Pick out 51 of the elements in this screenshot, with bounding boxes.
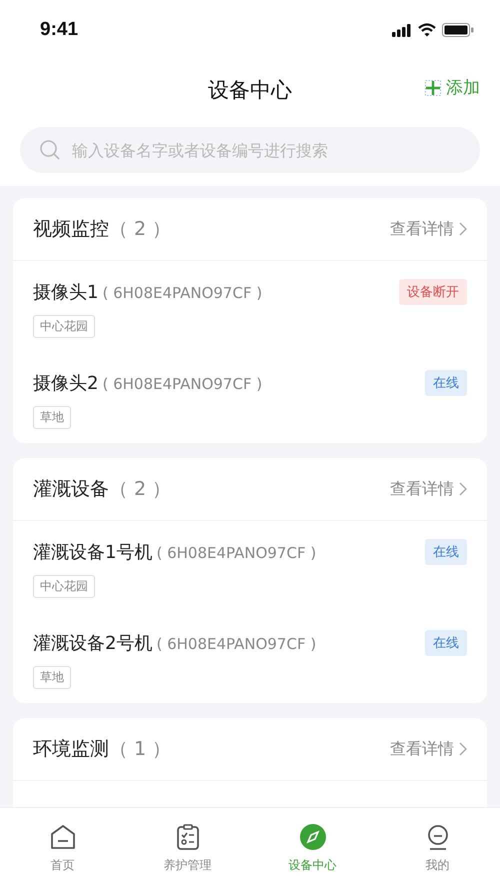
details-link[interactable]: 查看详情 (390, 738, 467, 760)
device-name: 摄像头2 (33, 372, 98, 395)
search-field[interactable]: 输入设备名字或者设备编号进行搜索 (20, 127, 480, 173)
device-code: ( 6H08E4PANO97CF ) (156, 635, 316, 653)
device-item[interactable]: 摄像头2 ( 6H08E4PANO97CF ) 在线 草地 (13, 352, 487, 443)
chevron-right-icon (459, 742, 467, 756)
status-badge: 设备断开 (399, 279, 467, 305)
plus-icon (425, 80, 441, 96)
group-count: （ 2 ） (109, 477, 172, 502)
add-button[interactable]: 添加 (425, 76, 480, 99)
tab-item[interactable]: 我的 (375, 808, 500, 889)
chevron-right-icon (459, 482, 467, 496)
location-tag: 中心花园 (33, 575, 95, 598)
signal-icon (392, 24, 412, 36)
status-time: 9:41 (40, 19, 78, 41)
device-name: 灌溉设备2号机 (33, 632, 152, 655)
status-badge: 在线 (425, 370, 467, 396)
search-icon (39, 139, 61, 161)
device-name: 灌溉设备1号机 (33, 541, 152, 564)
device-code: ( 6H08E4PANO97CF ) (102, 284, 262, 302)
location-tag: 草地 (33, 666, 71, 689)
status-badge: 在线 (425, 539, 467, 565)
home-icon (48, 823, 76, 851)
tab-item[interactable]: 设备中心 (250, 808, 375, 889)
device-item[interactable]: 摄像头1 ( 6H08E4PANO97CF ) 设备断开 中心花园 (13, 261, 487, 352)
group-count: （ 1 ） (109, 737, 172, 762)
details-link[interactable]: 查看详情 (390, 218, 467, 240)
group-title: 视频监控 (33, 217, 109, 242)
tab-item[interactable]: 首页 (0, 808, 125, 889)
device-item[interactable]: 灌溉设备2号机 ( 6H08E4PANO97CF ) 在线 草地 (13, 612, 487, 703)
tab-label: 养护管理 (164, 857, 212, 874)
tab-label: 首页 (50, 857, 74, 874)
wifi-icon (418, 23, 436, 37)
tab-item[interactable]: 养护管理 (125, 808, 250, 889)
page-title: 设备中心 (208, 77, 292, 104)
device-code: ( 6H08E4PANO97CF ) (102, 375, 262, 393)
device-code: ( 6H08E4PANO97CF ) (156, 544, 316, 562)
location-tag: 草地 (33, 406, 71, 429)
group-title: 灌溉设备 (33, 477, 109, 502)
tab-label: 我的 (426, 857, 450, 874)
group-title: 环境监测 (33, 737, 109, 762)
compass-icon (298, 823, 326, 851)
tab-label: 设备中心 (288, 857, 336, 874)
location-tag: 中心花园 (33, 315, 95, 338)
device-item[interactable]: 灌溉设备1号机 ( 6H08E4PANO97CF ) 在线 中心花园 (13, 521, 487, 612)
device-name: 摄像头1 (33, 281, 98, 304)
battery-icon (442, 23, 474, 37)
group-count: （ 2 ） (109, 217, 172, 242)
status-badge: 在线 (425, 630, 467, 656)
details-link[interactable]: 查看详情 (390, 478, 467, 500)
chevron-right-icon (459, 222, 467, 236)
